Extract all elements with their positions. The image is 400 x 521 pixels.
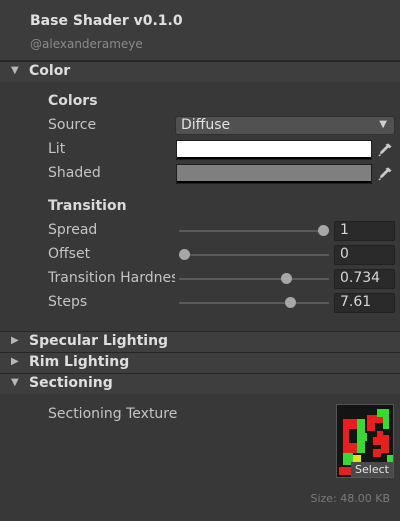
offset-label: Offset xyxy=(48,246,91,262)
foldout-color-label: Color xyxy=(29,63,71,79)
foldout-sectioning[interactable]: ▼ Sectioning xyxy=(0,373,400,394)
hardness-label: Transition Hardness xyxy=(48,270,175,286)
inspector-header xyxy=(0,0,400,61)
transition-heading: Transition xyxy=(48,198,127,214)
foldout-color[interactable]: ▼ Color xyxy=(0,61,400,82)
sectioning-texture-label: Sectioning Texture xyxy=(48,406,178,422)
source-dropdown[interactable]: Diffuse ▼ xyxy=(175,116,395,135)
foldout-specular-lighting[interactable]: ▶ Specular Lighting xyxy=(0,331,400,352)
triangle-right-icon: ▶ xyxy=(11,335,19,346)
sectioning-texture-field[interactable]: Select xyxy=(336,404,394,478)
lit-color-field[interactable] xyxy=(176,140,372,160)
steps-value: 7.61 xyxy=(340,294,372,310)
hardness-slider-thumb[interactable] xyxy=(281,273,293,284)
source-dropdown-value: Diffuse xyxy=(181,117,231,133)
shaded-color-field[interactable] xyxy=(176,164,372,184)
offset-slider-thumb[interactable] xyxy=(179,249,190,260)
foldout-rim-lighting[interactable]: ▶ Rim Lighting xyxy=(0,352,400,373)
spread-value: 1 xyxy=(340,222,349,238)
hardness-value: 0.734 xyxy=(340,270,381,286)
chevron-down-icon: ▼ xyxy=(379,119,387,130)
shaded-alpha-bar xyxy=(177,181,371,183)
offset-field[interactable]: 0 xyxy=(334,245,395,265)
lit-alpha-bar xyxy=(177,157,371,159)
spread-slider-thumb[interactable] xyxy=(318,225,329,236)
triangle-right-icon: ▶ xyxy=(11,356,19,367)
foldout-sectioning-label: Sectioning xyxy=(29,375,113,391)
spread-label: Spread xyxy=(48,222,98,238)
spread-field[interactable]: 1 xyxy=(334,221,395,241)
texture-select-button[interactable]: Select xyxy=(351,462,393,477)
steps-slider-thumb[interactable] xyxy=(284,297,296,308)
hardness-slider-track[interactable] xyxy=(179,278,329,280)
colors-heading: Colors xyxy=(48,93,98,109)
hardness-field[interactable]: 0.734 xyxy=(334,269,395,289)
eyedropper-icon[interactable] xyxy=(376,141,394,159)
foldout-specular-label: Specular Lighting xyxy=(29,333,169,349)
shaded-label: Shaded xyxy=(48,165,101,181)
shader-title: Base Shader v0.1.0 xyxy=(30,13,183,29)
texture-size-label: Size: 48.00 KB xyxy=(310,492,390,505)
steps-field[interactable]: 7.61 xyxy=(334,293,395,313)
triangle-down-icon: ▼ xyxy=(11,65,19,76)
steps-label: Steps xyxy=(48,294,88,310)
foldout-rim-label: Rim Lighting xyxy=(29,354,130,370)
offset-slider-track[interactable] xyxy=(179,254,329,256)
steps-slider-track[interactable] xyxy=(179,302,329,304)
spread-slider-track[interactable] xyxy=(179,230,329,232)
offset-value: 0 xyxy=(340,246,349,262)
shader-author: @alexanderameye xyxy=(30,37,143,51)
eyedropper-icon[interactable] xyxy=(376,165,394,183)
lit-label: Lit xyxy=(48,141,66,157)
triangle-down-icon: ▼ xyxy=(11,377,19,388)
source-label: Source xyxy=(48,117,97,133)
